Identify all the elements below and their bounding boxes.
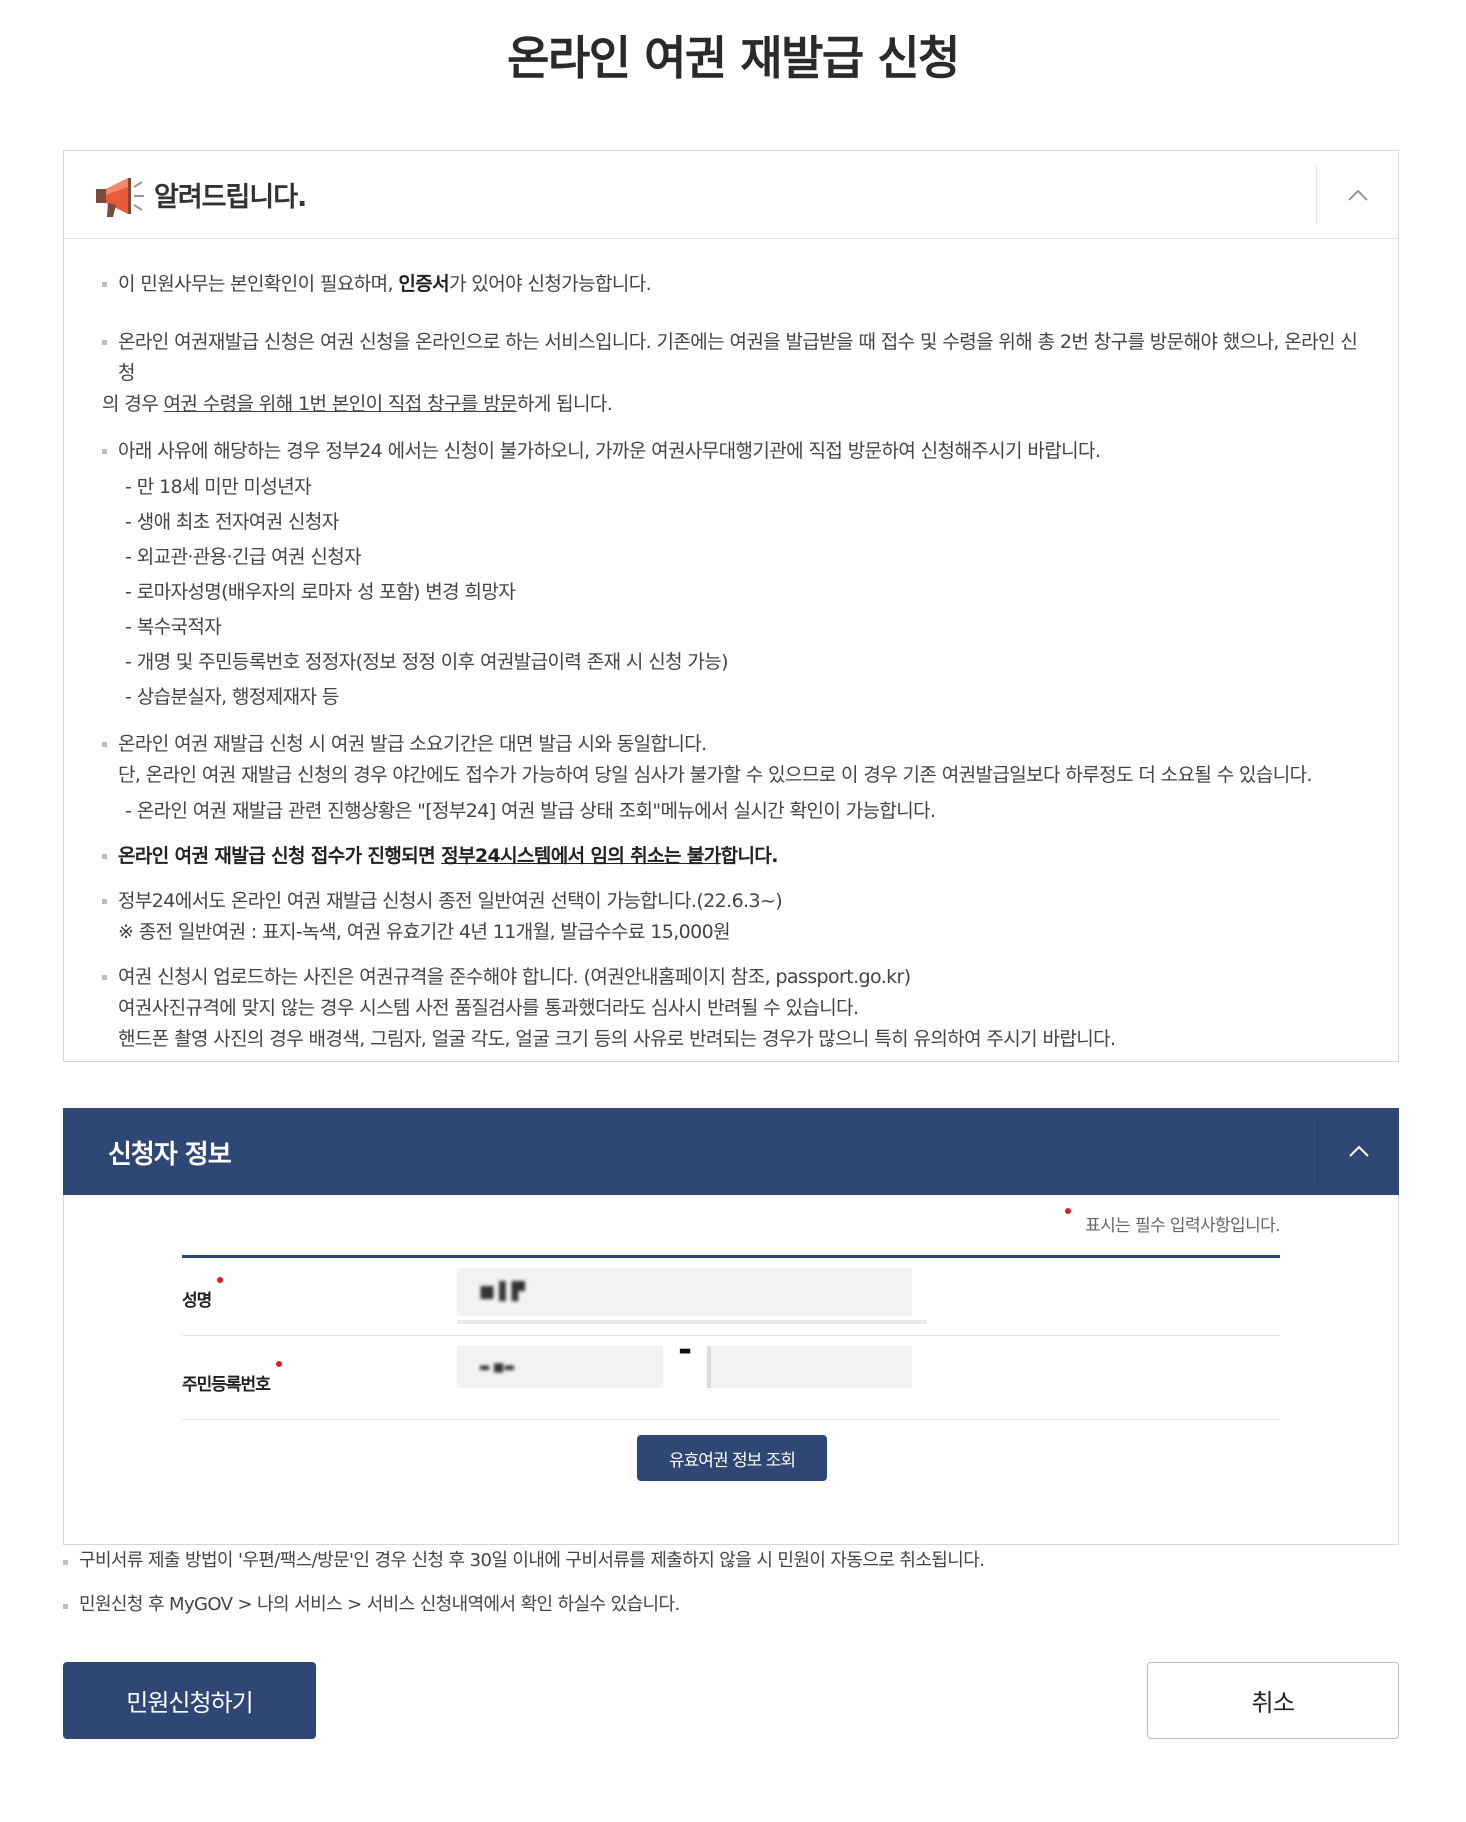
notice-text: 온라인 여권재발급 신청은 여권 신청을 온라인으로 하는 서비스입니다. 기존…: [118, 331, 1358, 384]
required-dot-icon: [275, 1361, 282, 1367]
name-field-underline: [457, 1320, 927, 1324]
notice-text: 이 민원사무는 본인확인이 필요하며,: [118, 273, 399, 295]
notice-bold-text: 온라인 여권 재발급 신청 접수가 진행되면: [118, 845, 442, 867]
notice-body: 이 민원사무는 본인확인이 필요하며, 인증서가 있어야 신청가능합니다. 온라…: [64, 239, 1398, 1055]
submit-application-button[interactable]: 민원신청하기: [63, 1662, 316, 1739]
notice-item-1: 이 민원사무는 본인확인이 필요하며, 인증서가 있어야 신청가능합니다.: [102, 269, 1358, 300]
notice-item-3: 아래 사유에 해당하는 경우 정부24 에서는 신청이 불가하오니, 가까운 여…: [102, 436, 1358, 713]
notice-sub-item: - 상습분실자, 행정제재자 등: [125, 686, 339, 708]
notice-text: 정부24에서도 온라인 여권 재발급 신청시 종전 일반여권 선택이 가능합니다…: [118, 890, 783, 912]
notice-title: 알려드립니다.: [154, 182, 307, 213]
name-value: ■ ▌▛: [479, 1282, 525, 1302]
notice-collapse-button[interactable]: [1316, 165, 1398, 225]
rrn-dash: -: [678, 1330, 692, 1370]
required-note-text: 표시는 필수 입력사항입니다.: [1085, 1216, 1281, 1236]
notice-text: 온라인 여권 재발급 신청 시 여권 발급 소요기간은 대면 발급 시와 동일합…: [118, 733, 707, 755]
name-label-text: 성명: [182, 1291, 212, 1311]
notice-sub-item: - 외교관·관용·긴급 여권 신청자: [125, 546, 362, 568]
required-dot-icon: [1065, 1208, 1072, 1214]
notice-text: 가 있어야 신청가능합니다.: [449, 273, 652, 295]
notice-item-5: 온라인 여권 재발급 신청 접수가 진행되면 정부24시스템에서 임의 취소는 …: [102, 841, 1358, 872]
megaphone-icon: [96, 178, 144, 217]
notice-text: ※ 종전 일반여권 : 표지-녹색, 여권 유효기간 4년 11개월, 발급수수…: [118, 921, 731, 943]
notice-bold-text: 인증서: [398, 273, 450, 295]
notice-text: 하게 됩니다.: [516, 393, 613, 415]
notice-sub-item: - 온라인 여권 재발급 관련 진행상황은 "[정부24] 여권 발급 상태 조…: [125, 800, 936, 822]
footnote-item: 민원신청 후 MyGOV > 나의 서비스 > 서비스 신청내역에서 확인 하실…: [63, 1592, 1399, 1618]
notice-item-4: 온라인 여권 재발급 신청 시 여권 발급 소요기간은 대면 발급 시와 동일합…: [102, 729, 1358, 827]
notice-sub-item: - 개명 및 주민등록번호 정정자(정보 정정 이후 여권발급이력 존재 시 신…: [125, 651, 729, 673]
rrn-front-value: ▬ ■▬: [479, 1360, 515, 1374]
rrn-label-text: 주민등록번호: [182, 1375, 271, 1395]
applicant-form-table: 성명 ■ ▌▛ 주민등록번호 ▬ ■▬ -: [182, 1255, 1280, 1420]
form-row-name: 성명 ■ ▌▛: [182, 1258, 1280, 1336]
notice-text: 의 경우: [102, 393, 164, 415]
notice-sub-item: - 복수국적자: [125, 616, 222, 638]
notice-sub-item: - 만 18세 미만 미성년자: [125, 476, 312, 498]
cancel-button[interactable]: 취소: [1147, 1662, 1399, 1739]
applicant-section-title: 신청자 정보: [108, 1140, 232, 1170]
notice-text: 여권사진규격에 맞지 않는 경우 시스템 사전 품질검사를 통과했더라도 심사시…: [118, 997, 859, 1019]
page-title: 온라인 여권 재발급 신청: [507, 31, 960, 85]
notice-text: 핸드폰 촬영 사진의 경우 배경색, 그림자, 얼굴 각도, 얼굴 크기 등의 …: [118, 1028, 1116, 1050]
required-dot-icon: [217, 1277, 224, 1283]
required-note: 표시는 필수 입력사항입니다.: [1065, 1208, 1281, 1236]
form-row-rrn: 주민등록번호 ▬ ■▬ -: [182, 1330, 1280, 1420]
notice-underline-text: 여권 수령을 위해 1번 본인이 직접 창구를 방문: [163, 393, 518, 415]
notice-item-2: 온라인 여권재발급 신청은 여권 신청을 온라인으로 하는 서비스입니다. 기존…: [102, 327, 1358, 420]
notice-item-6: 정부24에서도 온라인 여권 재발급 신청시 종전 일반여권 선택이 가능합니다…: [102, 886, 1358, 948]
rrn-label: 주민등록번호: [182, 1361, 282, 1395]
notice-text: 아래 사유에 해당하는 경우 정부24 에서는 신청이 불가하오니, 가까운 여…: [118, 440, 1101, 462]
valid-passport-lookup-button[interactable]: 유효여권 정보 조회: [637, 1435, 827, 1481]
notice-sub-item: - 로마자성명(배우자의 로마자 성 포함) 변경 희망자: [125, 581, 516, 603]
notice-box: 알려드립니다. 이 민원사무는 본인확인이 필요하며, 인증서가 있어야 신청가…: [63, 150, 1399, 1062]
notice-bold-text: 합니다.: [720, 845, 779, 867]
rrn-back-field[interactable]: [707, 1346, 912, 1388]
chevron-up-icon: [1348, 1145, 1369, 1157]
name-label: 성명: [182, 1277, 224, 1311]
footnotes: 구비서류 제출 방법이 '우편/팩스/방문'인 경우 신청 후 30일 이내에 …: [63, 1548, 1399, 1636]
notice-text: 단, 온라인 여권 재발급 신청의 경우 야간에도 접수가 가능하여 당일 심사…: [118, 764, 1313, 786]
applicant-form-panel: 표시는 필수 입력사항입니다. 성명 ■ ▌▛ 주민등록번호 ▬ ■▬ - 유효…: [63, 1195, 1399, 1545]
chevron-up-icon: [1347, 189, 1368, 201]
rrn-front-field[interactable]: ▬ ■▬: [457, 1346, 663, 1388]
notice-text: 여권 신청시 업로드하는 사진은 여권규격을 준수해야 합니다. (여권안내홈페…: [118, 966, 911, 988]
notice-header: 알려드립니다.: [64, 151, 1398, 239]
applicant-section-header: 신청자 정보: [63, 1108, 1399, 1195]
notice-item-7: 여권 신청시 업로드하는 사진은 여권규격을 준수해야 합니다. (여권안내홈페…: [102, 962, 1358, 1055]
notice-underline-text: 정부24시스템에서 임의 취소는 불가: [441, 845, 721, 867]
notice-sub-item: - 생애 최초 전자여권 신청자: [125, 511, 339, 533]
name-field[interactable]: ■ ▌▛: [457, 1268, 912, 1316]
applicant-collapse-button[interactable]: [1317, 1120, 1399, 1182]
footnote-item: 구비서류 제출 방법이 '우편/팩스/방문'인 경우 신청 후 30일 이내에 …: [63, 1548, 1399, 1574]
